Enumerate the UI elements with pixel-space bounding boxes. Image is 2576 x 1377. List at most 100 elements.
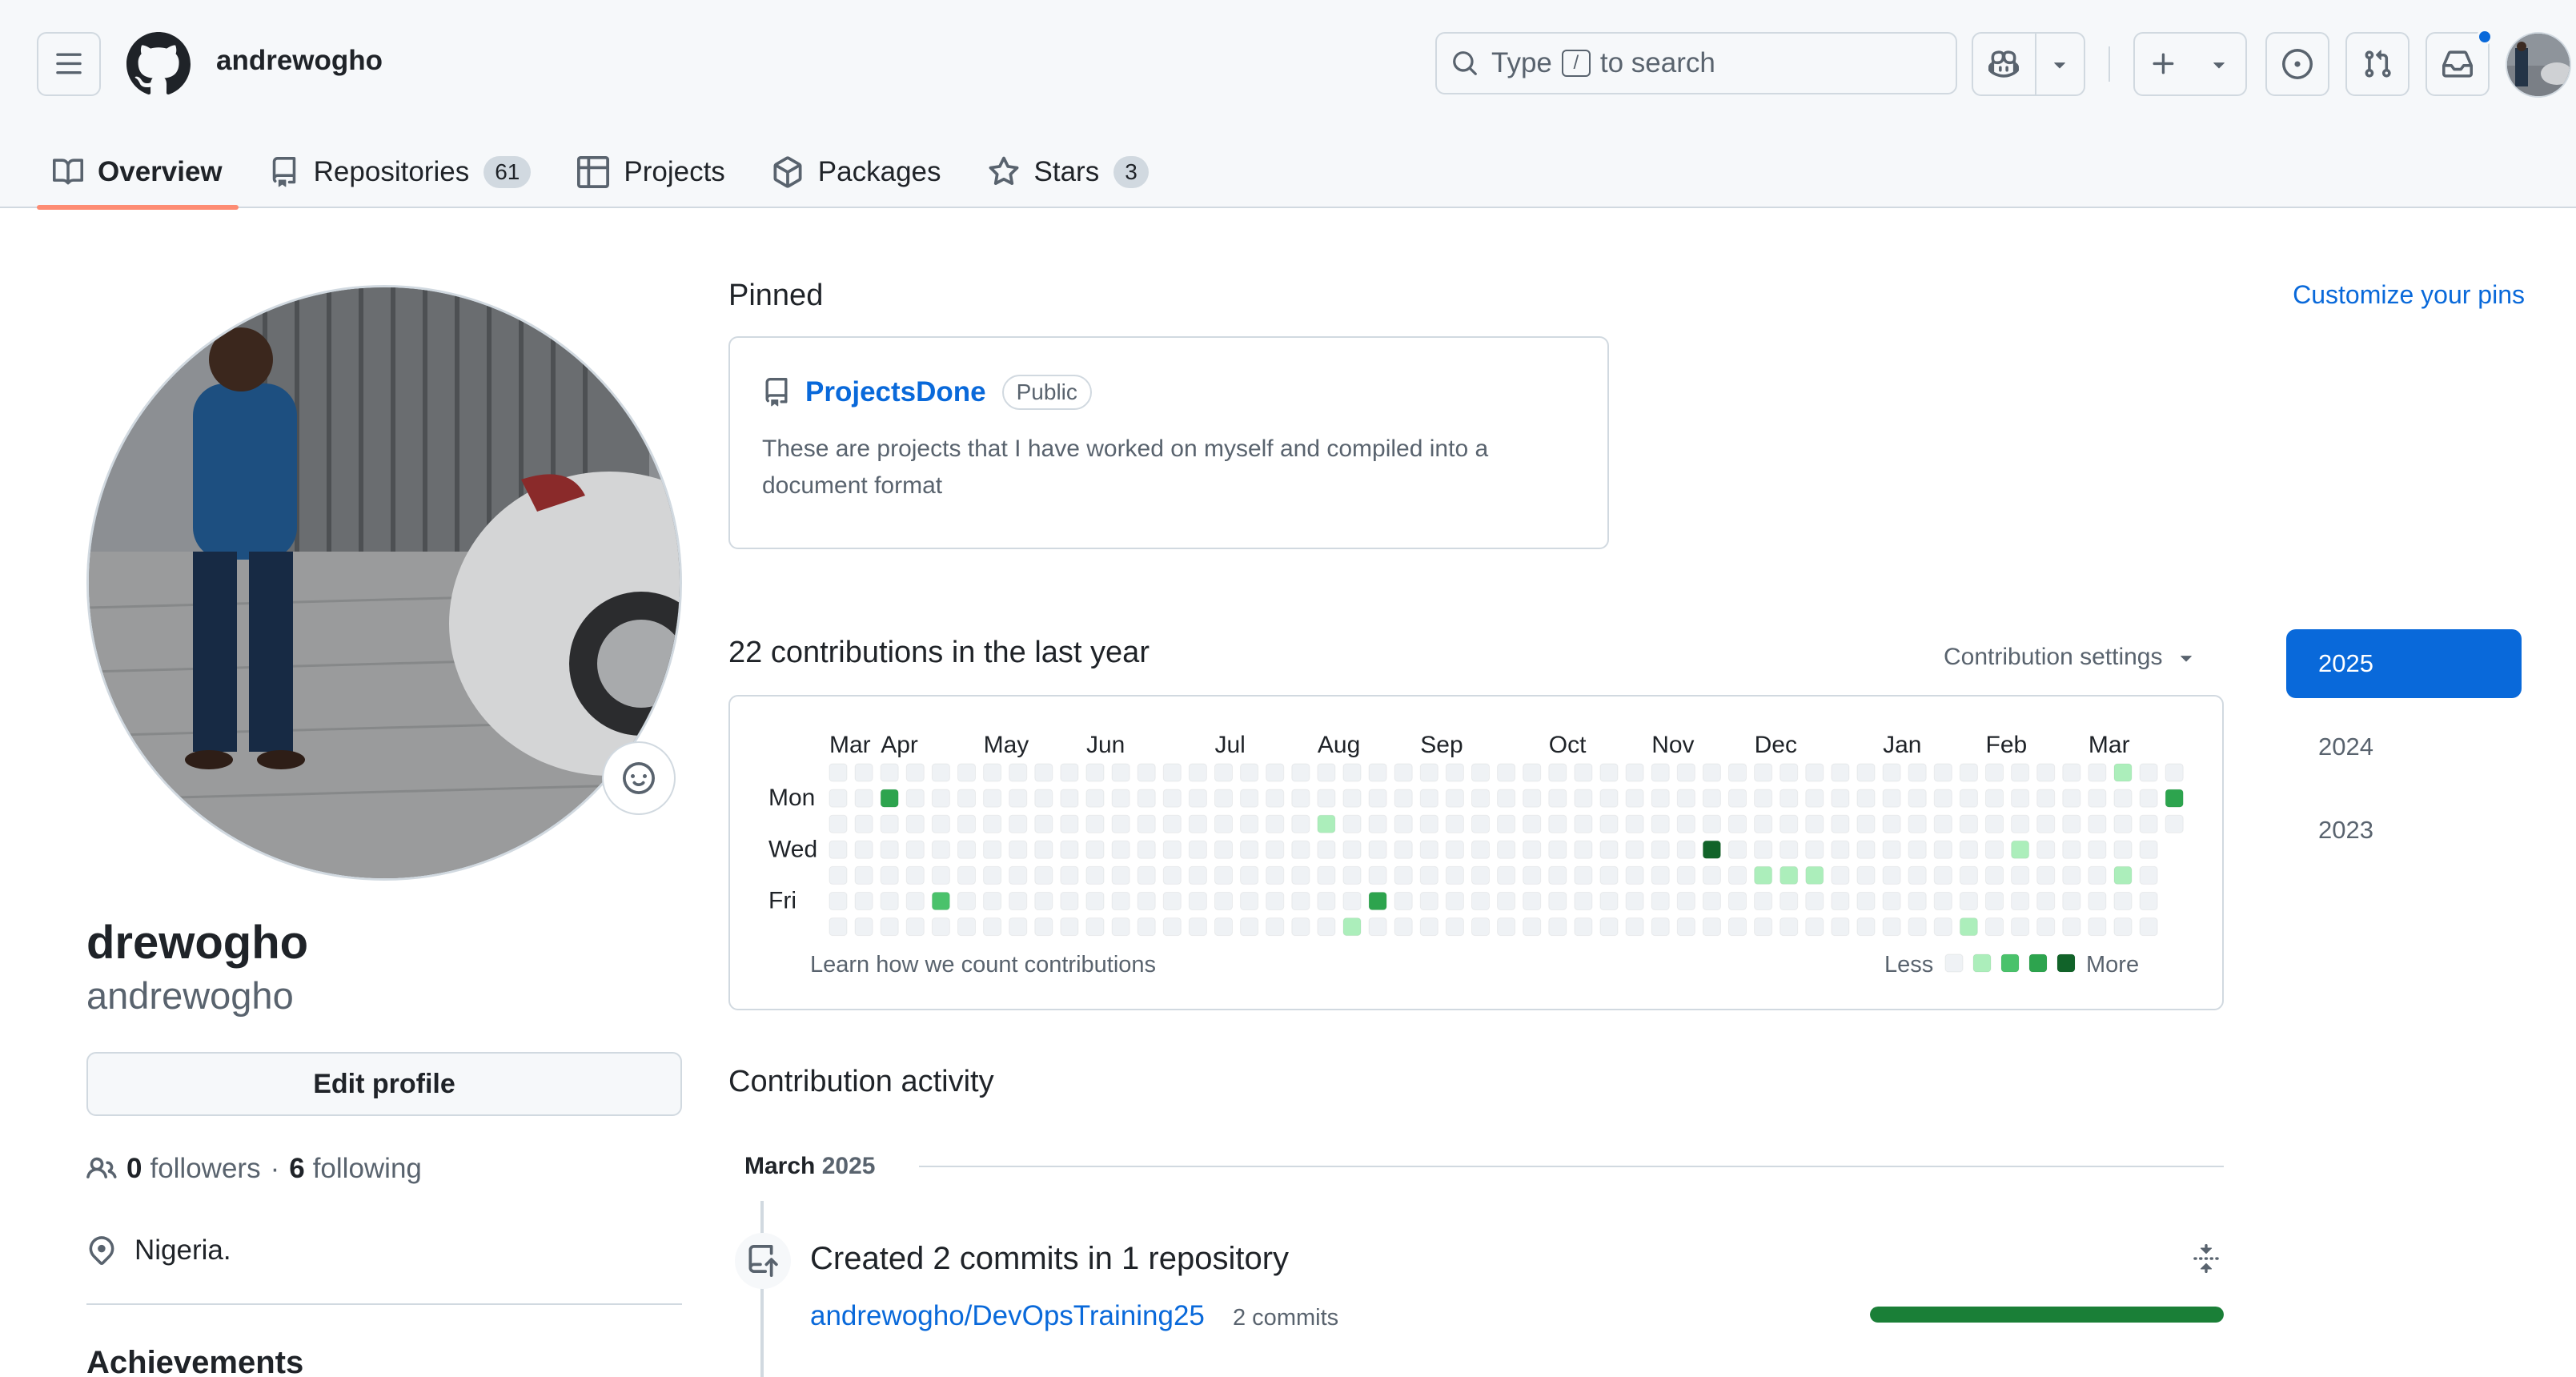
contribution-day-cell[interactable]	[1548, 763, 1567, 782]
contribution-day-cell[interactable]	[1137, 892, 1156, 910]
contribution-day-cell[interactable]	[1728, 892, 1747, 910]
contribution-day-cell[interactable]	[1162, 763, 1182, 782]
contribution-day-cell[interactable]	[1240, 789, 1259, 808]
contribution-day-cell[interactable]	[1523, 763, 1542, 782]
contribution-day-cell[interactable]	[1137, 917, 1156, 937]
contribution-day-cell[interactable]	[2113, 840, 2133, 859]
contribution-day-cell[interactable]	[2062, 892, 2081, 910]
contribution-day-cell[interactable]	[1111, 763, 1130, 782]
contribution-day-cell[interactable]	[983, 763, 1002, 782]
copilot-dropdown[interactable]	[2036, 34, 2084, 94]
contribution-day-cell[interactable]	[1471, 763, 1490, 782]
contribution-day-cell[interactable]	[1419, 763, 1438, 782]
contribution-day-cell[interactable]	[2113, 763, 2133, 782]
contribution-day-cell[interactable]	[1342, 814, 1362, 833]
contribution-day-cell[interactable]	[1908, 892, 1927, 910]
contribution-day-cell[interactable]	[1291, 789, 1310, 808]
contribution-day-cell[interactable]	[1574, 917, 1593, 937]
activity-commit-count[interactable]: 2 commits	[1233, 1305, 1338, 1331]
contribution-day-cell[interactable]	[1368, 892, 1387, 910]
contribution-day-cell[interactable]	[2011, 763, 2030, 782]
contribution-day-cell[interactable]	[1394, 917, 1413, 937]
contribution-day-cell[interactable]	[1214, 789, 1233, 808]
contribution-day-cell[interactable]	[1419, 840, 1438, 859]
contribution-day-cell[interactable]	[1651, 840, 1670, 859]
contribution-day-cell[interactable]	[1162, 917, 1182, 937]
contribution-day-cell[interactable]	[2036, 865, 2056, 885]
activity-repo-link[interactable]: andrewogho/DevOpsTraining25	[810, 1300, 1205, 1332]
contribution-day-cell[interactable]	[1702, 789, 1721, 808]
contribution-day-cell[interactable]	[1394, 789, 1413, 808]
contribution-day-cell[interactable]	[1780, 840, 1799, 859]
contribution-day-cell[interactable]	[1523, 917, 1542, 937]
contribution-day-cell[interactable]	[1702, 917, 1721, 937]
contribution-day-cell[interactable]	[1111, 865, 1130, 885]
contribution-day-cell[interactable]	[2036, 789, 2056, 808]
contribution-day-cell[interactable]	[2011, 814, 2030, 833]
contribution-day-cell[interactable]	[1060, 789, 1079, 808]
contribution-day-cell[interactable]	[1754, 917, 1773, 937]
contribution-day-cell[interactable]	[829, 763, 848, 782]
year-button-2023[interactable]: 2023	[2286, 796, 2522, 865]
contribution-day-cell[interactable]	[1754, 840, 1773, 859]
contribution-day-cell[interactable]	[1908, 763, 1927, 782]
contribution-day-cell[interactable]	[880, 763, 899, 782]
contribution-day-cell[interactable]	[1342, 892, 1362, 910]
contribution-day-cell[interactable]	[1831, 917, 1850, 937]
contribution-day-cell[interactable]	[1445, 840, 1464, 859]
user-avatar-menu[interactable]	[2506, 32, 2571, 98]
contribution-day-cell[interactable]	[829, 814, 848, 833]
contribution-day-cell[interactable]	[854, 917, 873, 937]
create-new-button[interactable]	[2133, 32, 2247, 96]
contribution-day-cell[interactable]	[1111, 917, 1130, 937]
contribution-day-cell[interactable]	[1985, 763, 2004, 782]
owner-name[interactable]: andrewogho	[216, 45, 383, 77]
contribution-day-cell[interactable]	[1702, 840, 1721, 859]
contribution-day-cell[interactable]	[1368, 763, 1387, 782]
contribution-day-cell[interactable]	[905, 865, 925, 885]
contribution-day-cell[interactable]	[1702, 763, 1721, 782]
contribution-day-cell[interactable]	[1728, 814, 1747, 833]
contribution-day-cell[interactable]	[1162, 789, 1182, 808]
contribution-day-cell[interactable]	[1394, 892, 1413, 910]
contribution-day-cell[interactable]	[1831, 789, 1850, 808]
contribution-day-cell[interactable]	[1625, 789, 1644, 808]
tab-stars[interactable]: Stars 3	[972, 136, 1165, 208]
contribution-day-cell[interactable]	[2139, 789, 2158, 808]
contribution-day-cell[interactable]	[1831, 840, 1850, 859]
contribution-day-cell[interactable]	[1009, 814, 1028, 833]
contribution-day-cell[interactable]	[1188, 917, 1207, 937]
contribution-day-cell[interactable]	[1471, 814, 1490, 833]
contribution-day-cell[interactable]	[1085, 865, 1105, 885]
contribution-day-cell[interactable]	[1214, 917, 1233, 937]
contribution-day-cell[interactable]	[1831, 892, 1850, 910]
contribution-day-cell[interactable]	[1188, 814, 1207, 833]
contribution-day-cell[interactable]	[1933, 917, 1952, 937]
contribution-day-cell[interactable]	[1317, 840, 1336, 859]
contribution-day-cell[interactable]	[1497, 917, 1516, 937]
tab-projects[interactable]: Projects	[561, 136, 740, 208]
contribution-day-cell[interactable]	[1471, 865, 1490, 885]
contribution-day-cell[interactable]	[1009, 840, 1028, 859]
contribution-day-cell[interactable]	[1908, 865, 1927, 885]
contribution-day-cell[interactable]	[1985, 917, 2004, 937]
tab-packages[interactable]: Packages	[756, 136, 957, 208]
contribution-day-cell[interactable]	[2011, 789, 2030, 808]
contribution-day-cell[interactable]	[1291, 865, 1310, 885]
contribution-day-cell[interactable]	[1908, 814, 1927, 833]
contribution-day-cell[interactable]	[829, 917, 848, 937]
contribution-day-cell[interactable]	[1882, 763, 1901, 782]
contribution-day-cell[interactable]	[1805, 763, 1824, 782]
contribution-day-cell[interactable]	[2088, 789, 2107, 808]
contribution-day-cell[interactable]	[2088, 814, 2107, 833]
contribution-day-cell[interactable]	[1856, 814, 1876, 833]
contribution-day-cell[interactable]	[1676, 789, 1695, 808]
contribution-day-cell[interactable]	[905, 917, 925, 937]
contribution-day-cell[interactable]	[1419, 865, 1438, 885]
contribution-day-cell[interactable]	[1137, 865, 1156, 885]
contribution-day-cell[interactable]	[1034, 814, 1053, 833]
github-logo[interactable]	[126, 32, 191, 96]
contribution-day-cell[interactable]	[1599, 917, 1619, 937]
contribution-day-cell[interactable]	[1959, 814, 1978, 833]
contribution-day-cell[interactable]	[1882, 865, 1901, 885]
